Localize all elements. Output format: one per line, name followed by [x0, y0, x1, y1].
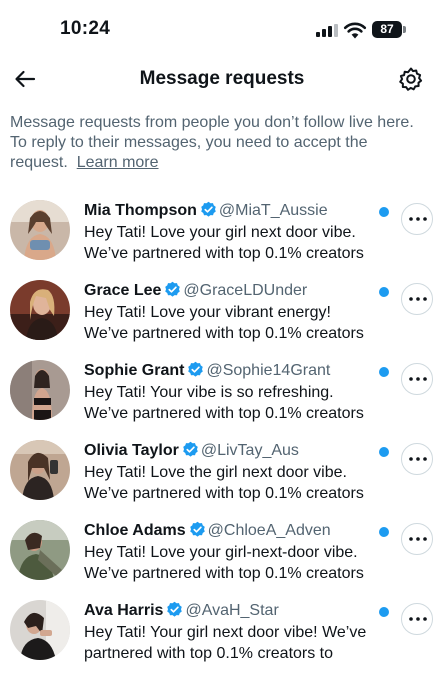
verified-badge-icon: [189, 521, 205, 537]
settings-button[interactable]: [398, 66, 424, 92]
message-preview-line-1: Hey Tati! Your vibe is so refreshing.: [84, 384, 334, 401]
more-options-button[interactable]: [401, 363, 433, 395]
sender-name: Sophie Grant: [84, 362, 185, 379]
message-request-row[interactable]: Sophie Grant @Sophie14Grant Hey Tati! You…: [0, 348, 444, 428]
avatar: [10, 520, 70, 580]
gear-icon: [399, 67, 423, 91]
page-title: Message requests: [139, 68, 305, 89]
unread-indicator: [379, 607, 389, 617]
more-horizontal-icon: [409, 217, 427, 221]
status-bar: 10:24 87: [0, 0, 444, 60]
sender-name: Ava Harris: [84, 602, 164, 619]
message-preview-line-2: partnered with top 0.1% creators to: [84, 645, 334, 662]
battery-cap: [403, 26, 406, 33]
message-preview-line-2: We’ve partnered with top 0.1% creators: [84, 565, 364, 582]
unread-indicator: [379, 527, 389, 537]
avatar: [10, 200, 70, 260]
sender-info: Mia Thompson @MiaT_Aussie: [84, 200, 328, 222]
message-preview-line-1: Hey Tati! Your girl next door vibe! We’v…: [84, 624, 367, 641]
more-horizontal-icon: [409, 297, 427, 301]
message-preview-line-1: Hey Tati! Love the girl next door vibe.: [84, 464, 347, 481]
more-horizontal-icon: [409, 457, 427, 461]
more-horizontal-icon: [409, 617, 427, 621]
sender-name: Chloe Adams: [84, 522, 186, 539]
sender-name: Grace Lee: [84, 282, 162, 299]
more-horizontal-icon: [409, 377, 427, 381]
sender-info: Grace Lee @GraceLDUnder: [84, 280, 307, 302]
avatar: [10, 360, 70, 420]
verified-badge-icon: [201, 201, 216, 217]
more-horizontal-icon: [409, 537, 427, 541]
sender-handle: @ChloeA_Adven: [207, 522, 331, 539]
sender-info: Olivia Taylor @LivTay_Aus: [84, 440, 299, 462]
message-request-row[interactable]: Grace Lee @GraceLDUnder Hey Tati! Love yo…: [0, 268, 444, 348]
status-time: 10:24: [60, 18, 111, 39]
avatar: [10, 280, 70, 340]
message-request-row[interactable]: Chloe Adams @ChloeA_Adven Hey Tati! Love …: [0, 508, 444, 588]
message-preview-line-2: We’ve partnered with top 0.1% creators: [84, 325, 364, 342]
battery-icon: 87: [372, 21, 402, 38]
learn-more-link[interactable]: Learn more: [77, 154, 159, 171]
sender-info: Chloe Adams @ChloeA_Adven: [84, 520, 331, 542]
sender-handle: @LivTay_Aus: [200, 442, 299, 459]
message-preview-line-1: Hey Tati! Love your vibrant energy!: [84, 304, 331, 321]
more-options-button[interactable]: [401, 283, 433, 315]
sender-handle: @Sophie14Grant: [206, 362, 331, 379]
header: Message requests: [0, 60, 444, 100]
message-preview-line-1: Hey Tati! Love your girl next door vibe.: [84, 224, 356, 241]
sender-handle: @AvaH_Star: [185, 602, 279, 619]
avatar: [10, 600, 70, 660]
sender-name: Mia Thompson: [84, 202, 197, 219]
sender-info: Ava Harris @AvaH_Star: [84, 600, 279, 622]
sender-handle: @MiaT_Aussie: [218, 202, 328, 219]
unread-indicator: [379, 367, 389, 377]
verified-badge-icon: [167, 601, 183, 617]
info-text: Message requests from people you don’t f…: [10, 113, 434, 173]
more-options-button[interactable]: [401, 523, 433, 555]
message-request-row[interactable]: Mia Thompson @MiaT_Aussie Hey Tati! Love …: [0, 188, 444, 268]
signal-icon: [316, 24, 338, 37]
more-options-button[interactable]: [401, 443, 433, 475]
avatar: [10, 440, 70, 500]
sender-name: Olivia Taylor: [84, 442, 179, 459]
verified-badge-icon: [183, 441, 198, 457]
sender-handle: @GraceLDUnder: [183, 282, 308, 299]
sender-info: Sophie Grant @Sophie14Grant: [84, 360, 330, 382]
info-description: Message requests from people you don’t f…: [10, 114, 414, 171]
message-request-list: Mia Thompson @MiaT_Aussie Hey Tati! Love …: [0, 188, 444, 668]
unread-indicator: [379, 207, 389, 217]
more-options-button[interactable]: [401, 203, 433, 235]
unread-indicator: [379, 287, 389, 297]
message-preview-line-2: We’ve partnered with top 0.1% creators: [84, 405, 364, 422]
message-preview-line-1: Hey Tati! Love your girl-next-door vibe.: [84, 544, 358, 561]
wifi-icon: [343, 22, 367, 39]
message-request-row[interactable]: Ava Harris @AvaH_Star Hey Tati! Your girl…: [0, 588, 444, 668]
message-preview-line-2: We’ve partnered with top 0.1% creators: [84, 485, 364, 502]
verified-badge-icon: [165, 281, 181, 297]
message-preview-line-2: We’ve partnered with top 0.1% creators: [84, 245, 364, 262]
message-request-row[interactable]: Olivia Taylor @LivTay_Aus Hey Tati! Love …: [0, 428, 444, 508]
more-options-button[interactable]: [401, 603, 433, 635]
verified-badge-icon: [188, 361, 204, 377]
unread-indicator: [379, 447, 389, 457]
